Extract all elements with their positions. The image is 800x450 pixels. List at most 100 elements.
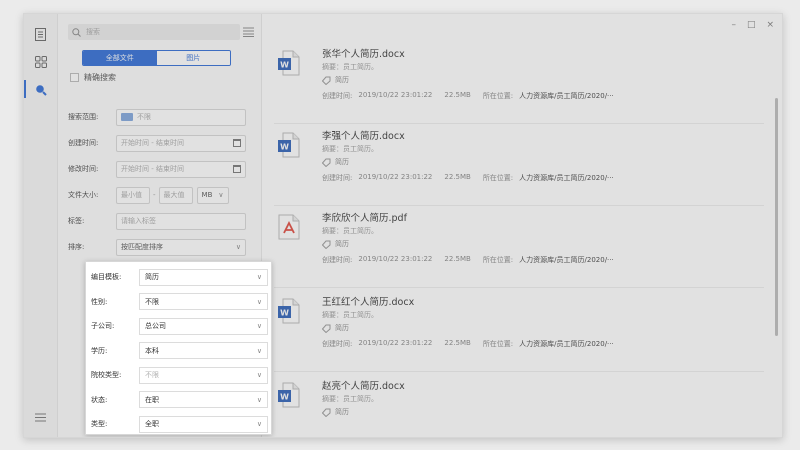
folder-icon [121, 113, 133, 121]
tag-icon [322, 408, 331, 417]
file-summary: 摘要：员工简历。 [322, 227, 378, 235]
file-name[interactable]: 张华个人简历.docx [322, 46, 405, 60]
chevron-down-icon: ∨ [256, 273, 262, 281]
result-item[interactable]: 李欣欣个人简历.pdf 摘要：员工简历。 简历 创建时间: 2019/10/22 23:… [274, 206, 764, 288]
word-doc-icon: W [278, 132, 300, 158]
tag-icon [322, 158, 331, 167]
popup-label: 性别: [91, 297, 108, 306]
svg-text:W: W [280, 143, 289, 152]
popup-select-value: 本科 [145, 346, 159, 355]
menu-icon[interactable] [33, 410, 48, 425]
popup-select[interactable]: 总公司 ∨ [139, 317, 268, 335]
modified-value: 开始时间 - 结束时间 [121, 165, 184, 173]
grid-view-icon[interactable] [33, 54, 48, 69]
popup-select[interactable]: 本科 ∨ [139, 342, 268, 359]
pdf-doc-icon [278, 214, 300, 240]
search-box [68, 24, 240, 40]
file-summary: 摘要：员工简历。 [322, 63, 378, 71]
chevron-down-icon: ∨ [256, 420, 262, 428]
popup-select[interactable]: 不限 ∨ [139, 293, 268, 310]
word-doc-icon: W [278, 298, 300, 324]
chevron-down-icon: ∨ [256, 395, 262, 404]
size-max-value: 最大值 [163, 191, 185, 199]
icon-rail [24, 14, 58, 437]
file-tag: 简历 [322, 75, 349, 85]
file-meta: 创建时间: 2019/10/22 23:01:22 22.5MB 所在位置: 人力资源库… [322, 339, 614, 349]
exact-search-checkbox[interactable] [70, 73, 79, 82]
document-list-icon[interactable] [33, 27, 48, 42]
location-path[interactable]: 人力资源库/员工简历/2020/··· [519, 339, 614, 349]
range-select[interactable]: 不限 [116, 108, 246, 126]
file-size: 22.5MB [444, 339, 471, 347]
popup-select[interactable]: 在职 ∨ [139, 391, 268, 408]
created-time: 2019/10/22 23:01:22 [358, 173, 433, 181]
created-label: 创建时间: [322, 174, 353, 182]
created-time: 2019/10/22 23:01:22 [358, 339, 433, 347]
popup-row: 院校类型: 不限 ∨ [91, 366, 269, 384]
file-name[interactable]: 李强个人简历.docx [322, 128, 405, 142]
file-meta: 创建时间: 2019/10/22 23:01:22 22.5MB 所在位置: 人力资源库… [322, 173, 614, 183]
file-name[interactable]: 赵亮个人简历.docx [322, 378, 405, 392]
file-tag: 简历 [322, 407, 349, 417]
popup-select[interactable]: 全职 ∨ [139, 415, 268, 433]
filter-label: 搜索范围: [68, 113, 99, 121]
location-path[interactable]: 人力资源库/员工简历/2020/··· [519, 91, 614, 101]
tag-label: 简历 [335, 158, 349, 166]
popup-select-value: 简历 [145, 273, 159, 281]
list-toggle-icon[interactable] [243, 27, 254, 39]
tags-input[interactable]: 请输入标签 [116, 212, 246, 230]
result-item[interactable]: W 李强个人简历.docx 摘要：员工简历。简历创建时间: 2019/10/22 23… [274, 124, 764, 206]
file-size: 22.5MB [444, 91, 471, 99]
svg-text:W: W [280, 309, 289, 318]
size-max-input[interactable]: 最大值 [158, 186, 193, 204]
popup-select-value: 在职 [145, 395, 159, 404]
maximize-button[interactable]: □ [747, 20, 756, 30]
size-min-input[interactable]: 最小值 [116, 186, 150, 204]
file-size: 22.5MB [444, 173, 471, 181]
filter-modified-row: 修改时间: 开始时间 - 结束时间 [68, 160, 258, 178]
results-scrollbar[interactable] [775, 98, 778, 336]
word-doc-icon: W [278, 382, 300, 408]
size-unit-select[interactable]: MB ∨ [196, 186, 229, 204]
chevron-down-icon: ∨ [235, 243, 241, 251]
exact-search-option: 精确搜索 [70, 72, 116, 83]
modified-date-range[interactable]: 开始时间 - 结束时间 [116, 160, 246, 178]
svg-text:W: W [280, 61, 289, 70]
tag-label: 简历 [335, 240, 349, 248]
created-date-range[interactable]: 开始时间 - 结束时间 [116, 134, 246, 152]
file-summary: 摘要：员工简历。 [322, 145, 378, 153]
search-icon [72, 27, 81, 37]
popup-label: 状态: [91, 395, 108, 404]
catalog-filter-popup: 编目模板: 简历 ∨ 性别: 不限 ∨ 子公司: 总公司 ∨ 学历: 本科 ∨ 院校类型: 不限 ∨ 状态: 在… [85, 261, 272, 435]
created-label: 创建时间: [322, 340, 353, 348]
filter-tags-row: 标签: 请输入标签 [68, 212, 258, 230]
exact-search-label: 精确搜索 [84, 73, 116, 82]
location-path[interactable]: 人力资源库/员工简历/2020/··· [519, 255, 614, 265]
filter-size-row: 文件大小: 最小值 - 最大值 MB ∨ [68, 186, 258, 204]
result-item[interactable]: W 赵亮个人简历.docx 摘要：员工简历。 简历 [274, 374, 764, 437]
file-meta: 创建时间: 2019/10/22 23:01:22 22.5MB 所在位置: 人力资源库… [322, 255, 614, 265]
location-path[interactable]: 人力资源库/员工简历/2020/··· [519, 173, 614, 183]
search-nav-icon[interactable] [33, 82, 48, 97]
search-input[interactable] [86, 28, 226, 36]
sort-select[interactable]: 按匹配度排序 ∨ [116, 238, 246, 256]
size-unit-value: MB [201, 191, 213, 199]
file-size: 22.5MB [444, 255, 471, 263]
popup-row: 类型: 全职 ∨ [91, 415, 269, 433]
minimize-button[interactable]: – [731, 20, 736, 30]
result-item[interactable]: W 王红红个人简历.docx 摘要：员工简历。 简历 创建时间: 2019/10/22 2… [274, 290, 764, 372]
created-time: 2019/10/22 23:01:22 [358, 255, 433, 263]
tab-all-files[interactable]: 全部文件 [83, 51, 157, 65]
popup-select[interactable]: 不限 ∨ [139, 366, 268, 384]
calendar-icon [233, 165, 241, 173]
popup-select[interactable]: 简历 ∨ [139, 268, 268, 286]
tab-images[interactable]: 图片 [156, 51, 230, 65]
result-item[interactable]: W 张华个人简历.docx 摘要：员工简历。 简历 创建时间: 2019/10/22 23… [274, 42, 764, 124]
file-name[interactable]: 王红红个人简历.docx [322, 294, 414, 308]
popup-label: 编目模板: [91, 273, 122, 281]
popup-row: 子公司: 总公司 ∨ [91, 317, 269, 335]
file-name[interactable]: 李欣欣个人简历.pdf [322, 210, 407, 224]
svg-text:W: W [280, 393, 289, 402]
close-button[interactable]: × [766, 20, 774, 30]
created-value: 开始时间 - 结束时间 [121, 139, 184, 147]
